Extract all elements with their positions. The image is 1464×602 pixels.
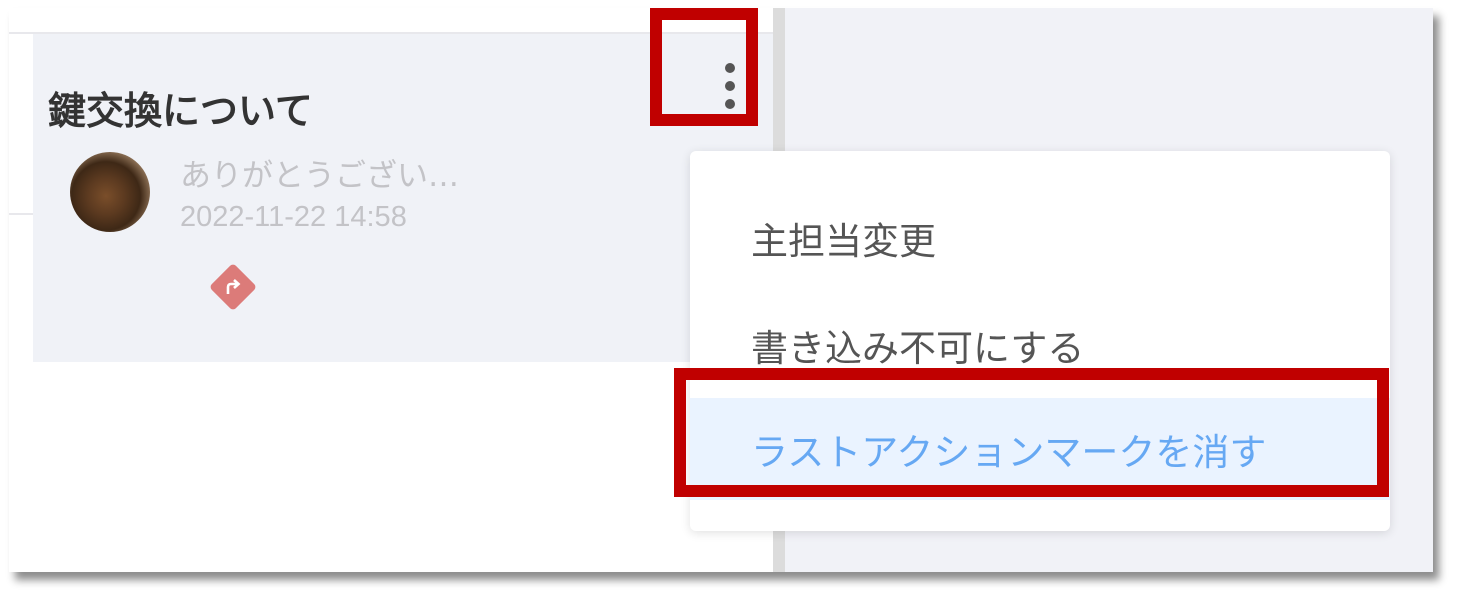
menu-item-change-owner[interactable]: 主担当変更 <box>690 187 1390 289</box>
annotation-highlight-box <box>674 368 1389 497</box>
list-divider <box>9 213 33 215</box>
menu-item-label: 主担当変更 <box>751 220 936 263</box>
message-preview: ありがとうござい… <box>180 158 459 194</box>
avatar <box>70 152 150 232</box>
message-timestamp: 2022-11-22 14:58 <box>180 201 407 233</box>
annotation-highlight-box <box>650 8 758 126</box>
menu-item-label: 書き込み不可にする <box>751 327 1085 370</box>
conversation-title: 鍵交換について <box>48 89 313 133</box>
forward-arrow-icon <box>216 270 250 304</box>
